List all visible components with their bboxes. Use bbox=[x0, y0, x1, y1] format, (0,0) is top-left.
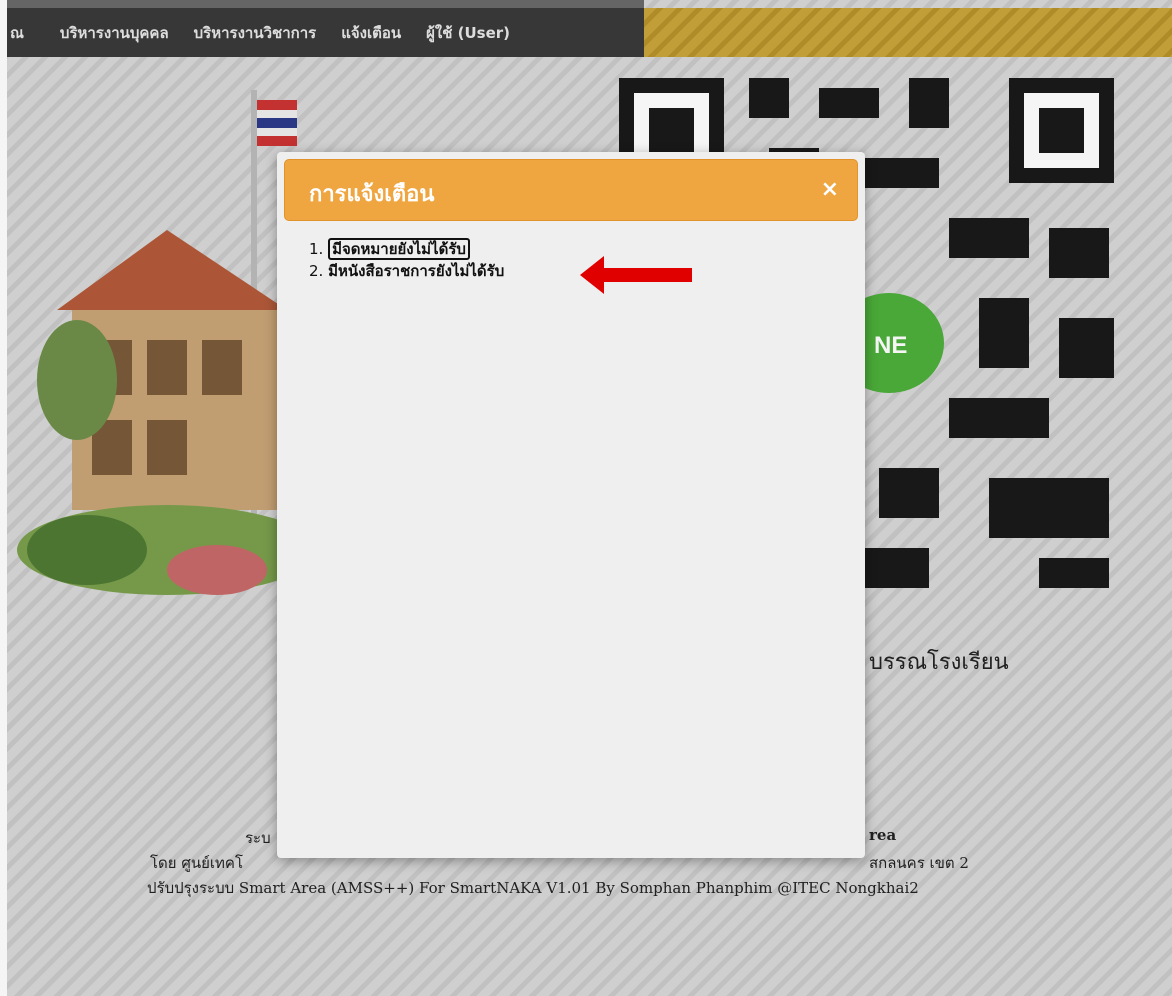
notification-modal: การแจ้งเตือน × 1. มีจดหมายยังไม่ได้รับ 2… bbox=[277, 152, 865, 858]
unreceived-letters-link[interactable]: มีจดหมายยังไม่ได้รับ bbox=[328, 238, 470, 260]
modal-header: การแจ้งเตือน × bbox=[284, 159, 858, 221]
item-number: 2. bbox=[309, 262, 324, 280]
item-number: 1. bbox=[309, 240, 324, 258]
list-item: 1. มีจดหมายยังไม่ได้รับ bbox=[309, 238, 504, 260]
notification-list: 1. มีจดหมายยังไม่ได้รับ 2. มีหนังสือราชก… bbox=[309, 238, 504, 282]
annotation-arrow-icon bbox=[580, 256, 692, 294]
unreceived-official-documents-link[interactable]: มีหนังสือราชการยังไม่ได้รับ bbox=[328, 262, 504, 280]
list-item: 2. มีหนังสือราชการยังไม่ได้รับ bbox=[309, 260, 504, 282]
close-button[interactable]: × bbox=[821, 177, 839, 202]
modal-title: การแจ้งเตือน bbox=[309, 182, 435, 207]
